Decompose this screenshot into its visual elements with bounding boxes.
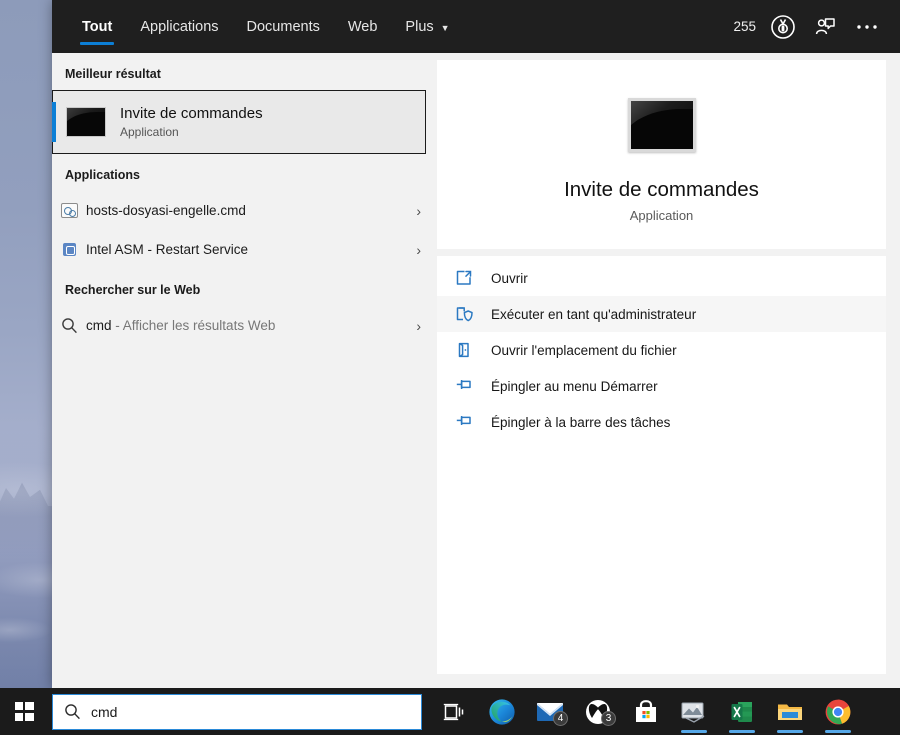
action-label: Épingler au menu Démarrer: [491, 378, 658, 394]
rewards-count: 255: [733, 19, 756, 34]
feedback-person-icon[interactable]: [806, 8, 844, 46]
edge-icon: [489, 698, 515, 725]
tab-tout[interactable]: Tout: [68, 0, 126, 53]
best-result-heading: Meilleur résultat: [65, 67, 161, 81]
tab-label: Applications: [140, 18, 219, 35]
command-prompt-icon: [66, 107, 106, 137]
search-icon: [53, 703, 91, 720]
open-icon: [455, 269, 491, 287]
taskbar-item-mail[interactable]: 4: [526, 688, 574, 735]
tab-label: Tout: [82, 18, 113, 35]
action-pin-to-start[interactable]: Épingler au menu Démarrer: [437, 368, 886, 404]
taskbar-item-chrome[interactable]: [814, 688, 862, 735]
search-flyout: Tout Applications Documents Web Plus ▼ 2…: [52, 0, 900, 688]
microsoft-store-icon: [636, 699, 656, 722]
search-input[interactable]: cmd: [52, 693, 422, 730]
taskbar-item-xbox[interactable]: 3: [574, 688, 622, 735]
desktop: Tout Applications Documents Web Plus ▼ 2…: [0, 0, 900, 735]
action-run-as-administrator[interactable]: Exécuter en tant qu'administrateur: [437, 296, 886, 332]
search-header: Tout Applications Documents Web Plus ▼ 2…: [52, 0, 900, 53]
action-label: Ouvrir l'emplacement du fichier: [491, 342, 677, 358]
taskbar-item-edge[interactable]: [478, 688, 526, 735]
search-icon: [52, 317, 86, 334]
web-search-heading: Rechercher sur le Web: [65, 283, 201, 297]
tab-web[interactable]: Web: [334, 0, 392, 53]
search-input-value: cmd: [91, 703, 118, 720]
list-item-label: Intel ASM - Restart Service: [86, 242, 249, 257]
action-label: Ouvrir: [491, 270, 528, 286]
action-open-file-location[interactable]: Ouvrir l'emplacement du fichier: [437, 332, 886, 368]
taskbar-items: 4 3: [430, 688, 862, 735]
badge-count: 3: [601, 711, 616, 726]
web-search-query: cmd: [86, 318, 112, 333]
web-search-suffix: - Afficher les résultats Web: [111, 318, 276, 333]
list-item[interactable]: Intel ASM - Restart Service ›: [52, 230, 435, 269]
command-prompt-icon: [627, 98, 696, 152]
best-result-text: Invite de commandes Application: [120, 105, 263, 140]
taskbar-item-store[interactable]: [622, 688, 670, 735]
chevron-down-icon: ▼: [440, 22, 450, 33]
tab-label: Documents: [246, 18, 320, 35]
best-result-title: Invite de commandes: [120, 104, 263, 122]
search-body: Meilleur résultat Invite de commandes Ap…: [52, 53, 900, 688]
action-label: Épingler à la barre des tâches: [491, 414, 671, 430]
chevron-right-icon[interactable]: ›: [416, 318, 421, 334]
preview-title: Invite de commandes: [564, 178, 759, 201]
shortcut-icon: [52, 243, 86, 256]
list-item-label: hosts-dosyasi-engelle.cmd: [86, 203, 246, 218]
preview-subtitle: Application: [629, 208, 694, 223]
tab-documents[interactable]: Documents: [233, 0, 334, 53]
tab-label: Plus: [405, 18, 434, 35]
results-pane: Meilleur résultat Invite de commandes Ap…: [52, 53, 435, 688]
pin-icon: [455, 377, 491, 395]
web-search-item[interactable]: cmd - Afficher les résultats Web ›: [52, 306, 435, 345]
medal-icon[interactable]: [764, 8, 802, 46]
tab-plus[interactable]: Plus ▼: [391, 0, 463, 53]
preview-card: Invite de commandes Application: [437, 60, 886, 249]
chrome-icon: [825, 699, 851, 724]
cmd-script-icon: [52, 203, 86, 218]
chevron-right-icon[interactable]: ›: [416, 242, 421, 258]
web-search-label: cmd - Afficher les résultats Web: [86, 318, 275, 333]
applications-heading: Applications: [65, 168, 141, 182]
shield-run-icon: [455, 305, 491, 323]
ellipsis-icon[interactable]: [848, 8, 886, 46]
taskbar-item-task-view[interactable]: [430, 688, 478, 735]
preview-pane: Invite de commandes Application Ouvrir E…: [437, 53, 900, 688]
taskbar-item-photos[interactable]: [670, 688, 718, 735]
search-tabs: Tout Applications Documents Web Plus ▼: [68, 0, 464, 53]
action-open[interactable]: Ouvrir: [437, 260, 886, 296]
best-result-item[interactable]: Invite de commandes Application: [52, 90, 426, 154]
folder-location-icon: [455, 341, 491, 359]
tab-label: Web: [347, 18, 378, 35]
list-item[interactable]: hosts-dosyasi-engelle.cmd ›: [52, 191, 435, 230]
header-right-group: 255: [733, 0, 886, 53]
taskbar: cmd 4 3: [0, 688, 900, 735]
taskbar-item-excel[interactable]: [718, 688, 766, 735]
excel-icon: [731, 701, 752, 722]
pin-icon: [455, 413, 491, 431]
photos-icon: [681, 702, 705, 723]
taskbar-item-file-explorer[interactable]: [766, 688, 814, 735]
chevron-right-icon[interactable]: ›: [416, 203, 421, 219]
tab-applications[interactable]: Applications: [126, 0, 232, 53]
badge-count: 4: [553, 711, 568, 726]
best-result-subtitle: Application: [120, 125, 179, 140]
preview-actions: Ouvrir Exécuter en tant qu'administrateu…: [437, 256, 886, 674]
action-label: Exécuter en tant qu'administrateur: [491, 306, 697, 322]
windows-logo-icon: [14, 702, 34, 721]
action-pin-to-taskbar[interactable]: Épingler à la barre des tâches: [437, 404, 886, 440]
start-button[interactable]: [0, 688, 48, 735]
task-view-icon: [443, 703, 464, 720]
file-explorer-icon: [778, 704, 802, 720]
